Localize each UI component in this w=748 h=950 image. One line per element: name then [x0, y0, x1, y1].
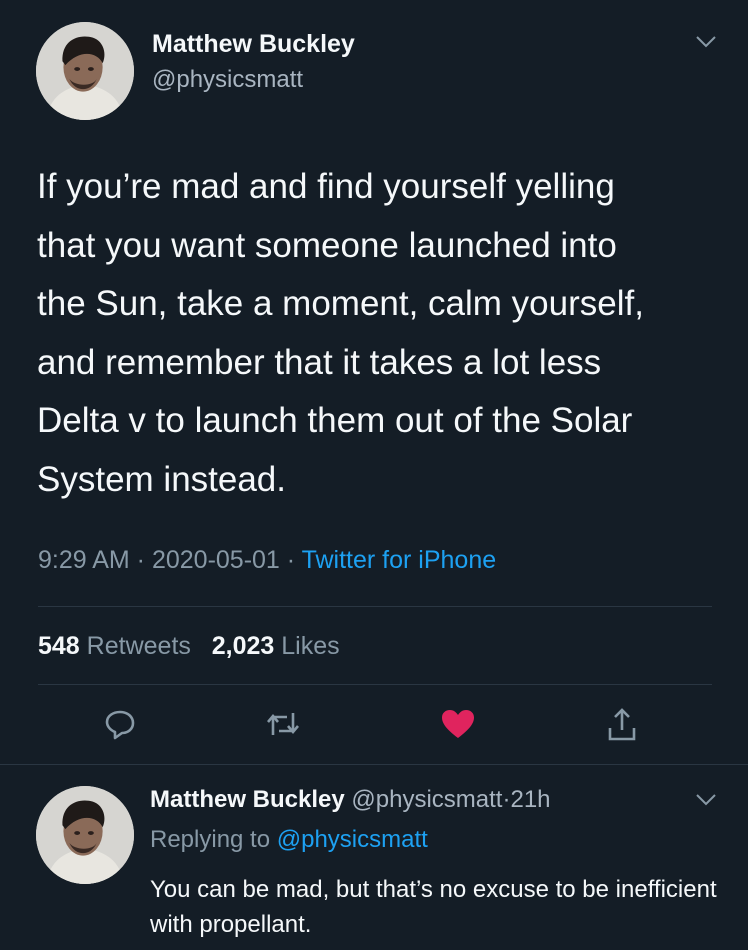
- author-handle[interactable]: @physicsmatt: [152, 66, 303, 94]
- tweet-source[interactable]: Twitter for iPhone: [302, 546, 497, 574]
- meta-separator: ·: [129, 546, 152, 574]
- avatar-photo: [36, 22, 134, 120]
- likes-stat[interactable]: 2,023 Likes: [212, 632, 340, 660]
- tweet-date: 2020-05-01: [151, 546, 280, 574]
- tweet-stats: 548 Retweets 2,023 Likes: [38, 632, 340, 661]
- author-avatar[interactable]: [36, 22, 134, 120]
- chevron-down-icon[interactable]: [694, 34, 718, 50]
- retweets-stat[interactable]: 548 Retweets: [38, 632, 191, 660]
- divider: [38, 684, 712, 685]
- tweet-text: If you’re mad and find yourself yelling …: [37, 167, 644, 499]
- retweets-count: 548: [38, 632, 80, 660]
- reply-time: 21h: [510, 786, 551, 813]
- retweet-button[interactable]: [263, 704, 303, 744]
- reply-author-avatar[interactable]: [36, 786, 134, 884]
- like-button[interactable]: [438, 704, 478, 744]
- replying-mention[interactable]: @physicsmatt: [277, 826, 428, 853]
- share-button[interactable]: [602, 704, 642, 744]
- replying-to: Replying to @physicsmatt: [150, 826, 428, 854]
- likes-label: Likes: [281, 632, 340, 660]
- reply-text: You can be mad, but that’s no excuse to …: [150, 876, 717, 938]
- heart-icon: [442, 710, 474, 738]
- reply-header: Matthew Buckley @physicsmatt·21h: [150, 786, 551, 814]
- retweet-icon: [267, 713, 299, 735]
- replying-label: Replying to: [150, 826, 271, 853]
- chevron-down-icon[interactable]: [694, 792, 718, 808]
- reply-button[interactable]: [100, 704, 140, 744]
- reply-author-handle[interactable]: @physicsmatt: [351, 786, 502, 813]
- meta-separator: ·: [279, 546, 302, 574]
- tweet-meta: 9:29 AM · 2020-05-01 · Twitter for iPhon…: [38, 546, 496, 575]
- share-icon: [608, 708, 636, 741]
- divider: [0, 764, 748, 765]
- avatar-photo: [36, 786, 134, 884]
- reply-icon: [105, 710, 135, 740]
- reply-author-name[interactable]: Matthew Buckley: [150, 786, 345, 813]
- retweets-label: Retweets: [86, 632, 191, 660]
- divider: [38, 606, 712, 607]
- author-name[interactable]: Matthew Buckley: [152, 30, 355, 59]
- tweet-time: 9:29 AM: [38, 546, 130, 574]
- likes-count: 2,023: [211, 632, 275, 660]
